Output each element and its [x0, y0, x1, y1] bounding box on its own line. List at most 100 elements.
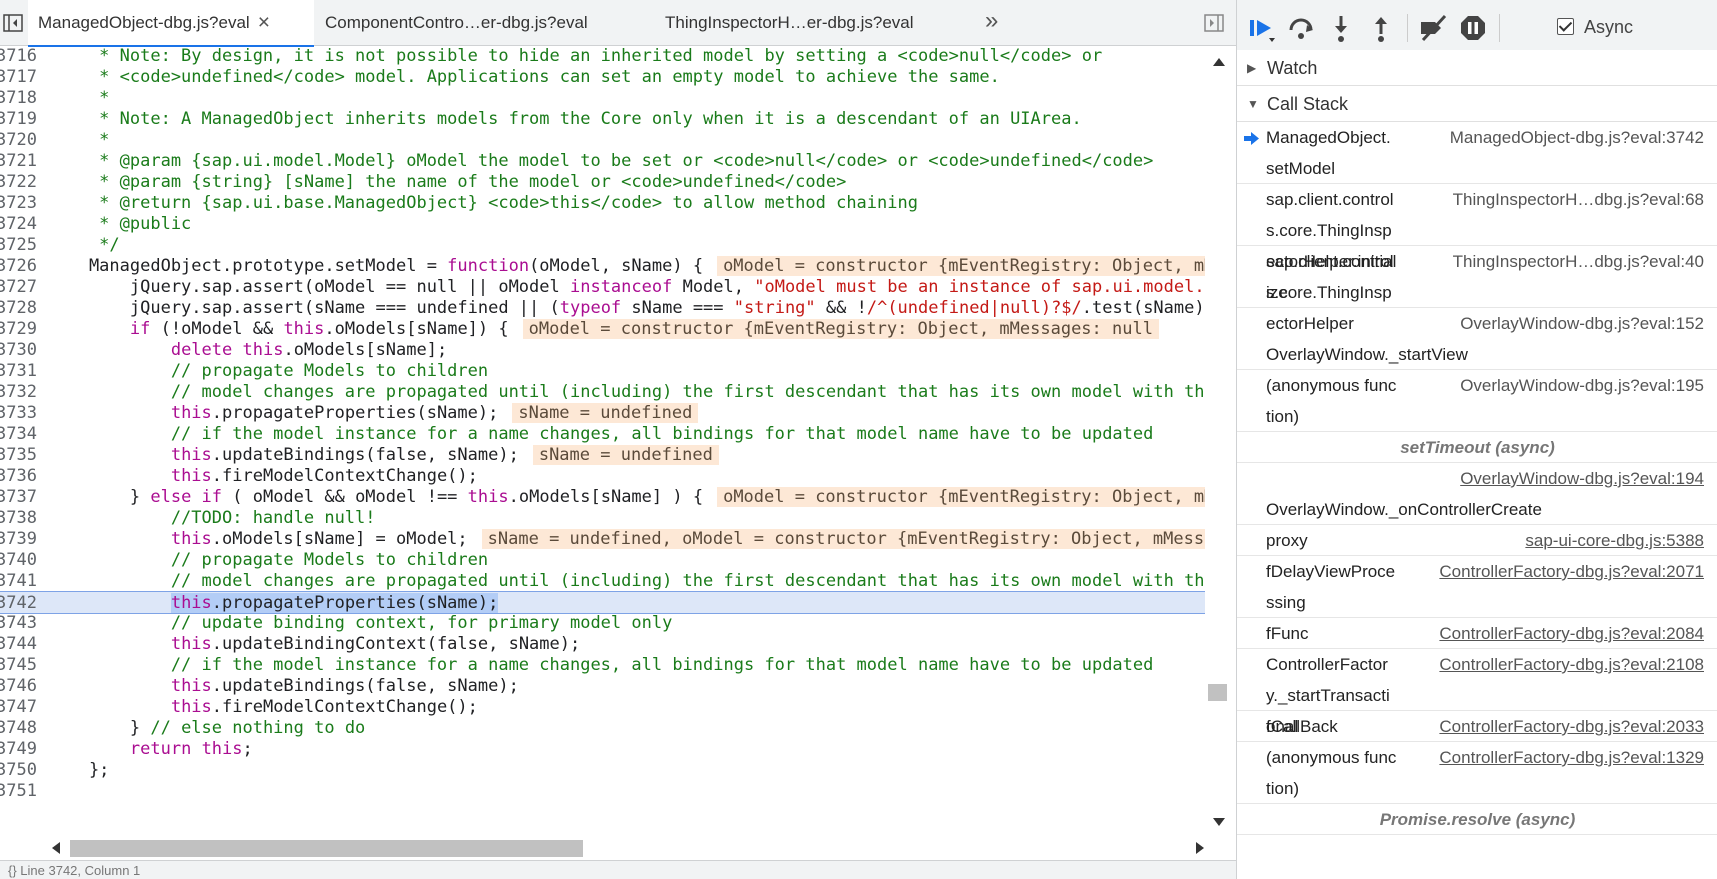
code-line[interactable]: 3751	[0, 780, 1205, 803]
code-line[interactable]: 3749 return this;	[0, 738, 1205, 761]
code-line[interactable]: 3723 * @return {sap.ui.base.ManagedObjec…	[0, 192, 1205, 215]
line-number[interactable]: 3719	[0, 108, 42, 131]
code-line[interactable]: 3745 // if the model instance for a name…	[0, 654, 1205, 677]
code-line[interactable]: 3741 // model changes are propagated unt…	[0, 570, 1205, 593]
line-number[interactable]: 3751	[0, 780, 42, 803]
step-into-icon[interactable]	[1325, 12, 1357, 44]
code-line[interactable]: 3738 //TODO: handle null!	[0, 507, 1205, 530]
line-number[interactable]: 3738	[0, 507, 42, 530]
code-line[interactable]: 3720 *	[0, 129, 1205, 152]
code-line[interactable]: 3722 * @param {string} [sName] the name …	[0, 171, 1205, 194]
code-line[interactable]: 3748 } // else nothing to do	[0, 717, 1205, 740]
code-line[interactable]: 3737 } else if ( oModel && oModel !== th…	[0, 486, 1205, 509]
code-line-current[interactable]: 3742 this.propagateProperties(sName);	[0, 591, 1205, 614]
code-line[interactable]: 3730 delete this.oModels[sName];	[0, 339, 1205, 362]
scroll-thumb[interactable]	[1208, 684, 1227, 701]
frame-location-link[interactable]: ControllerFactory-dbg.js?eval:2033	[1439, 711, 1704, 742]
scroll-left-arrow-icon[interactable]	[52, 842, 60, 854]
line-number[interactable]: 3726	[0, 255, 42, 278]
code-line[interactable]: 3716 * Note: By design, it is not possib…	[0, 46, 1205, 68]
more-tabs-chevron-icon[interactable]: »	[985, 9, 1009, 34]
line-number[interactable]: 3737	[0, 486, 42, 509]
call-frame[interactable]: fCallBack ControllerFactory-dbg.js?eval:2…	[1237, 711, 1717, 742]
vertical-scrollbar[interactable]	[1205, 46, 1236, 836]
call-frame[interactable]: ControllerFactory._startTransactional Con…	[1237, 649, 1717, 736]
step-over-icon[interactable]	[1285, 12, 1317, 44]
frame-location-link[interactable]: sap-ui-core-dbg.js:5388	[1525, 525, 1704, 556]
line-number[interactable]: 3723	[0, 192, 42, 215]
line-number[interactable]: 3739	[0, 528, 42, 551]
deactivate-breakpoints-icon[interactable]	[1417, 12, 1449, 44]
code-line[interactable]: 3746 this.updateBindings(false, sName);	[0, 675, 1205, 698]
line-number[interactable]: 3749	[0, 738, 42, 761]
call-frame[interactable]: ManagedObject.setModel ManagedObject-dbg.…	[1237, 122, 1717, 184]
code-line[interactable]: 3727 jQuery.sap.assert(oModel == null ||…	[0, 276, 1205, 299]
line-number[interactable]: 3736	[0, 465, 42, 488]
code-line[interactable]: 3739 this.oModels[sName] = oModel; sName …	[0, 528, 1205, 551]
frame-location-link[interactable]: ManagedObject-dbg.js?eval:3742	[1450, 122, 1704, 153]
horizontal-scrollbar[interactable]	[48, 836, 1208, 860]
toggle-debugger-icon[interactable]	[1203, 12, 1225, 34]
line-number[interactable]: 3724	[0, 213, 42, 236]
watch-section-header[interactable]: ▶ Watch	[1237, 50, 1717, 86]
line-number[interactable]: 3721	[0, 150, 42, 173]
line-number[interactable]: 3745	[0, 654, 42, 677]
code-line[interactable]: 3735 this.updateBindings(false, sName); s…	[0, 444, 1205, 467]
code-line[interactable]: 3729 if (!oModel && this.oModels[sName])…	[0, 318, 1205, 341]
call-frame[interactable]: fDelayViewProcessing ControllerFactory-db…	[1237, 556, 1717, 618]
line-number[interactable]: 3722	[0, 171, 42, 194]
call-frame[interactable]: (anonymous function) OverlayWindow-dbg.js…	[1237, 370, 1717, 432]
frame-location-link[interactable]: ThingInspectorH…dbg.js?eval:68	[1453, 184, 1704, 215]
close-icon[interactable]: ×	[258, 0, 270, 46]
call-frame[interactable]: OverlayWindow._onControllerCreate Overlay…	[1237, 463, 1717, 525]
tab-thinginspectorhelper[interactable]: ThingInspectorH…er-dbg.js?eval	[665, 0, 914, 46]
frame-location-link[interactable]: ThingInspectorH…dbg.js?eval:40	[1453, 246, 1704, 277]
code-line[interactable]: 3747 this.fireModelContextChange();	[0, 696, 1205, 719]
line-number[interactable]: 3735	[0, 444, 42, 467]
frame-location-link[interactable]: OverlayWindow-dbg.js?eval:152	[1460, 308, 1704, 339]
line-number[interactable]: 3734	[0, 423, 42, 446]
code-line[interactable]: 3743 // update binding context, for prim…	[0, 612, 1205, 635]
call-frame[interactable]: OverlayWindow._startView OverlayWindow-db…	[1237, 308, 1717, 370]
frame-location-link[interactable]: ControllerFactory-dbg.js?eval:2084	[1439, 618, 1704, 649]
line-number[interactable]: 3728	[0, 297, 42, 320]
call-frame[interactable]: sap.client.controls.core.ThingInspectorH…	[1237, 246, 1717, 333]
line-number[interactable]: 3716	[0, 46, 42, 68]
line-number[interactable]: 3748	[0, 717, 42, 740]
line-number[interactable]: 3717	[0, 66, 42, 89]
line-number[interactable]: 3746	[0, 675, 42, 698]
code-line[interactable]: 3717 * <code>undefined</code> model. App…	[0, 66, 1205, 89]
tab-managedobject[interactable]: ManagedObject-dbg.js?eval ×	[28, 0, 314, 47]
code-line[interactable]: 3731 // propagate Models to children	[0, 360, 1205, 383]
code-line[interactable]: 3733 this.propagateProperties(sName); sNa…	[0, 402, 1205, 425]
scroll-right-arrow-icon[interactable]	[1196, 842, 1204, 854]
frame-location-link[interactable]: ControllerFactory-dbg.js?eval:2108	[1439, 649, 1704, 680]
frame-location-link[interactable]: ControllerFactory-dbg.js?eval:2071	[1439, 556, 1704, 587]
call-frame[interactable]: sap.client.controls.core.ThingInspectorH…	[1237, 184, 1717, 302]
async-checkbox[interactable]	[1557, 18, 1574, 35]
line-number[interactable]: 3741	[0, 570, 42, 593]
code-line[interactable]: 3721 * @param {sap.ui.model.Model} oMode…	[0, 150, 1205, 173]
line-number[interactable]: 3718	[0, 87, 42, 110]
frame-location-link[interactable]: OverlayWindow-dbg.js?eval:195	[1460, 370, 1704, 401]
line-number[interactable]: 3743	[0, 612, 42, 635]
scroll-up-arrow-icon[interactable]	[1213, 58, 1225, 66]
code-line[interactable]: 3725 */	[0, 234, 1205, 257]
line-number[interactable]: 3730	[0, 339, 42, 362]
code-line[interactable]: 3750 };	[0, 759, 1205, 782]
frame-location-link[interactable]: OverlayWindow-dbg.js?eval:194	[1460, 463, 1704, 494]
code-line[interactable]: 3718 *	[0, 87, 1205, 110]
pause-on-exceptions-icon[interactable]	[1457, 12, 1489, 44]
code-line[interactable]: 3736 this.fireModelContextChange();	[0, 465, 1205, 488]
resume-icon[interactable]	[1245, 12, 1277, 44]
line-number[interactable]: 3750	[0, 759, 42, 782]
call-frame[interactable]: fFunc ControllerFactory-dbg.js?eval:2084	[1237, 618, 1717, 649]
code-line[interactable]: 3732 // model changes are propagated unt…	[0, 381, 1205, 404]
line-number[interactable]: 3731	[0, 360, 42, 383]
line-number[interactable]: 3732	[0, 381, 42, 404]
code-line[interactable]: 3744 this.updateBindingContext(false, sN…	[0, 633, 1205, 656]
call-stack-section-header[interactable]: ▼ Call Stack	[1237, 86, 1717, 122]
code-line[interactable]: 3719 * Note: A ManagedObject inherits mo…	[0, 108, 1205, 131]
code-line[interactable]: 3740 // propagate Models to children	[0, 549, 1205, 572]
code-line[interactable]: 3728 jQuery.sap.assert(sName === undefin…	[0, 297, 1205, 320]
